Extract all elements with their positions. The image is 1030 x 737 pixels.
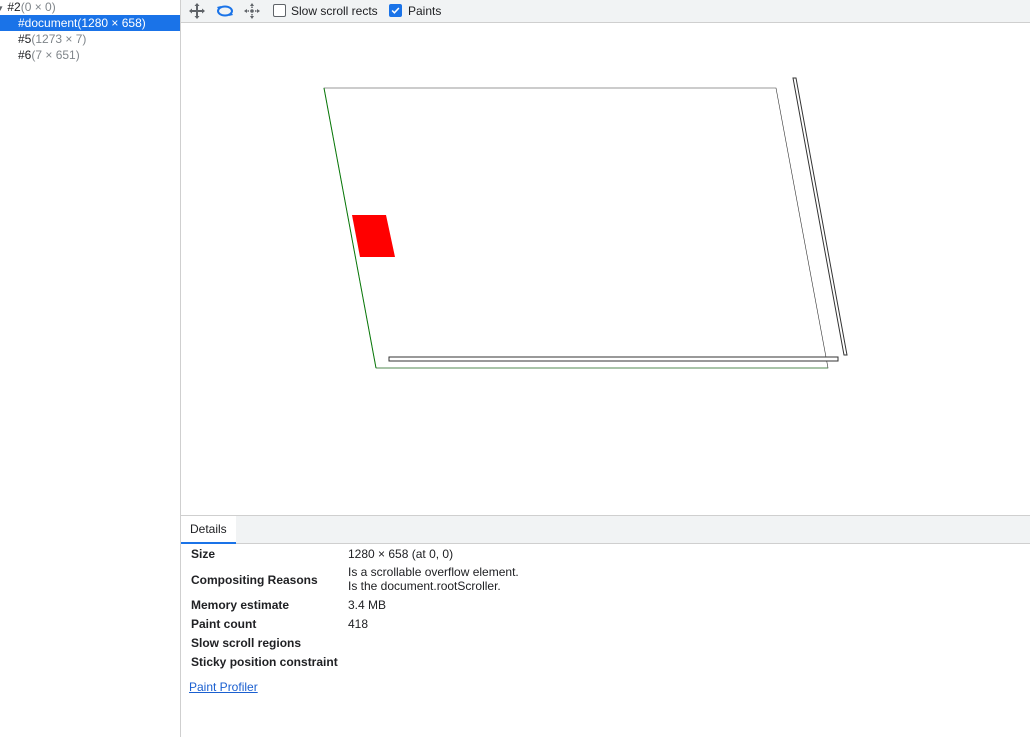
tree-item-document[interactable]: #document(1280 × 658) [0,15,180,31]
slow-scroll-label[interactable]: Slow scroll rects [291,3,378,19]
tab-details[interactable]: Details [181,516,236,544]
layer-tree: ▾ #2(0 × 0) #document(1280 × 658) #5(127… [0,0,181,737]
prop-paint-count-label: Paint count [191,617,257,631]
prop-size-value: 1280 × 658 (at 0, 0) [348,547,454,561]
tree-item-dims: (1273 × 7) [31,32,87,46]
reset-transform-icon[interactable] [243,2,261,20]
prop-memory-value: 3.4 MB [348,598,387,612]
document-layer[interactable] [323,87,829,369]
tree-item-id: #2 [7,0,21,14]
tree-item-dims: (7 × 651) [31,48,80,62]
prop-memory-label: Memory estimate [191,598,290,612]
tree-item-layer-2[interactable]: ▾ #2(0 × 0) [0,0,56,15]
details-tabbar: Details [181,516,1030,544]
prop-slow-scroll-label: Slow scroll regions [191,636,302,650]
tree-item-dims: (0 × 0) [20,0,56,14]
tree-item-layer-6[interactable]: #6(7 × 651) [0,47,80,63]
rotate-mode-icon[interactable] [216,2,234,20]
paints-label[interactable]: Paints [408,3,441,19]
tree-item-id: #5 [18,32,32,46]
prop-compositing-label: Compositing Reasons [191,573,318,587]
details-panel: Details Size 1280 × 658 (at 0, 0) Compos… [181,515,1030,737]
checkmark-icon [391,7,400,14]
prop-size-label: Size [191,547,216,561]
layers-canvas[interactable] [181,24,1030,515]
prop-paint-count-value: 418 [348,617,369,631]
prop-compositing-value-2: Is the document.rootScroller. [348,579,501,593]
tree-item-id: #6 [18,48,32,62]
pan-mode-icon[interactable] [188,2,206,20]
layers-3d-viewport[interactable] [181,24,1030,515]
layers-toolbar: Slow scroll rects Paints [181,0,1030,23]
expand-arrow-icon[interactable]: ▾ [0,0,4,16]
tree-item-id: #document [18,16,78,30]
slow-scroll-checkbox[interactable] [273,4,286,17]
paints-checkbox[interactable] [389,4,402,17]
tree-item-layer-5[interactable]: #5(1273 × 7) [0,31,86,47]
prop-sticky-label: Sticky position constraint [191,655,338,669]
horizontal-scrollbar-layer[interactable] [388,356,839,362]
prop-compositing-value-1: Is a scrollable overflow element. [348,565,519,579]
tree-item-dims: (1280 × 658) [77,16,146,30]
paint-profiler-link[interactable]: Paint Profiler [189,680,258,694]
